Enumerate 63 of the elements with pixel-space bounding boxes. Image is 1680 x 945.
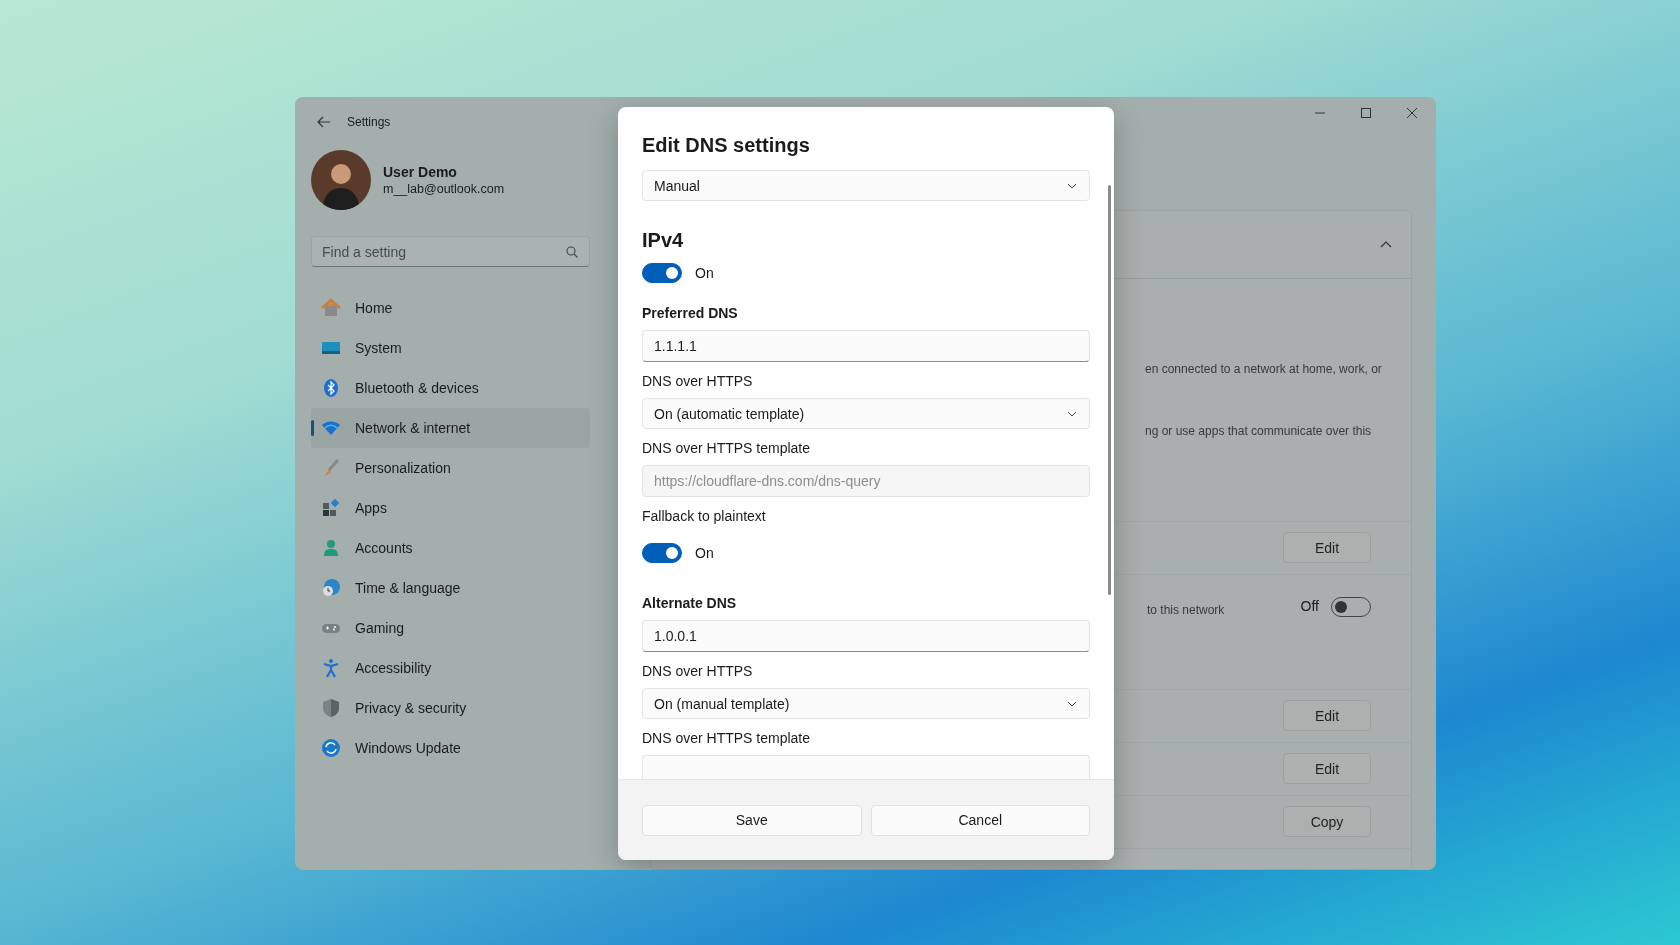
search-field[interactable]: Find a setting xyxy=(311,236,590,267)
sync-icon xyxy=(321,738,341,758)
bluetooth-icon xyxy=(321,378,341,398)
person-icon xyxy=(321,538,341,558)
scrollbar[interactable] xyxy=(1108,185,1111,595)
selection-indicator xyxy=(311,420,314,436)
input-field[interactable] xyxy=(642,755,1090,779)
nav-item[interactable]: System xyxy=(311,328,590,368)
nav-item[interactable]: Windows Update xyxy=(311,728,590,768)
field-label: DNS over HTTPS template xyxy=(642,729,812,748)
toggle-switch[interactable] xyxy=(642,543,682,563)
shield-icon xyxy=(321,698,341,718)
mode-dropdown[interactable]: Manual xyxy=(642,170,1090,201)
dialog-title: Edit DNS settings xyxy=(642,133,811,158)
dropdown[interactable]: On (manual template) xyxy=(642,688,1090,719)
user-email: m__lab@outlook.com xyxy=(383,182,505,196)
dropdown[interactable]: On (automatic template) xyxy=(642,398,1090,429)
home-icon xyxy=(321,298,341,318)
nav-item[interactable]: Personalization xyxy=(311,448,590,488)
nav-item[interactable]: Accessibility xyxy=(311,648,590,688)
accessibility-icon xyxy=(321,658,341,678)
nav-item[interactable]: Gaming xyxy=(311,608,590,648)
card-button[interactable]: Edit xyxy=(1283,700,1371,732)
globe-clock-icon xyxy=(321,578,341,598)
dialog-button[interactable]: Cancel xyxy=(870,804,1090,836)
dialog-button[interactable]: Save xyxy=(642,804,862,836)
description-text: ng or use apps that communicate over this xyxy=(1145,423,1372,438)
back-arrow-icon xyxy=(317,116,331,128)
toggle-label: On xyxy=(695,265,714,281)
field-label: DNS over HTTPS xyxy=(642,662,754,681)
toggle-label: On xyxy=(695,545,714,561)
nav-item[interactable]: Bluetooth & devices xyxy=(311,368,590,408)
window-title: Settings xyxy=(347,115,391,129)
chevron-down-icon xyxy=(1067,182,1077,189)
nav-item[interactable]: Apps xyxy=(311,488,590,528)
description-text: en connected to a network at home, work, or xyxy=(1145,361,1382,376)
avatar xyxy=(311,150,371,210)
description-text: to this network xyxy=(1147,602,1225,617)
input-field[interactable]: 1.1.1.1 xyxy=(642,330,1090,362)
section-heading: IPv4 xyxy=(642,228,685,253)
input-field[interactable]: 1.0.0.1 xyxy=(642,620,1090,652)
nav-item[interactable]: Home xyxy=(311,288,590,328)
maximize-icon[interactable] xyxy=(1360,107,1372,119)
field-label: Fallback to plaintext xyxy=(642,507,767,526)
field-label: DNS over HTTPS xyxy=(642,372,754,391)
nav-item[interactable]: Accounts xyxy=(311,528,590,568)
card-button[interactable]: Edit xyxy=(1283,532,1371,564)
chevron-down-icon xyxy=(1067,700,1077,707)
nav-item[interactable]: Network & internet xyxy=(311,408,590,448)
search-icon xyxy=(566,246,578,258)
card-button[interactable]: Edit xyxy=(1283,753,1371,785)
nav-item[interactable]: Time & language xyxy=(311,568,590,608)
toggle-label: Off xyxy=(1300,597,1319,614)
apps-icon xyxy=(321,498,341,518)
field-label: Preferred DNS xyxy=(642,304,739,323)
card-button[interactable]: Copy xyxy=(1283,806,1371,838)
chevron-down-icon xyxy=(1067,410,1077,417)
toggle-switch[interactable] xyxy=(642,263,682,283)
field-label: Alternate DNS xyxy=(642,594,738,613)
field-label: DNS over HTTPS template xyxy=(642,439,812,458)
close-icon[interactable] xyxy=(1406,107,1418,119)
nav-item[interactable]: Privacy & security xyxy=(311,688,590,728)
user-name: User Demo xyxy=(383,164,458,180)
